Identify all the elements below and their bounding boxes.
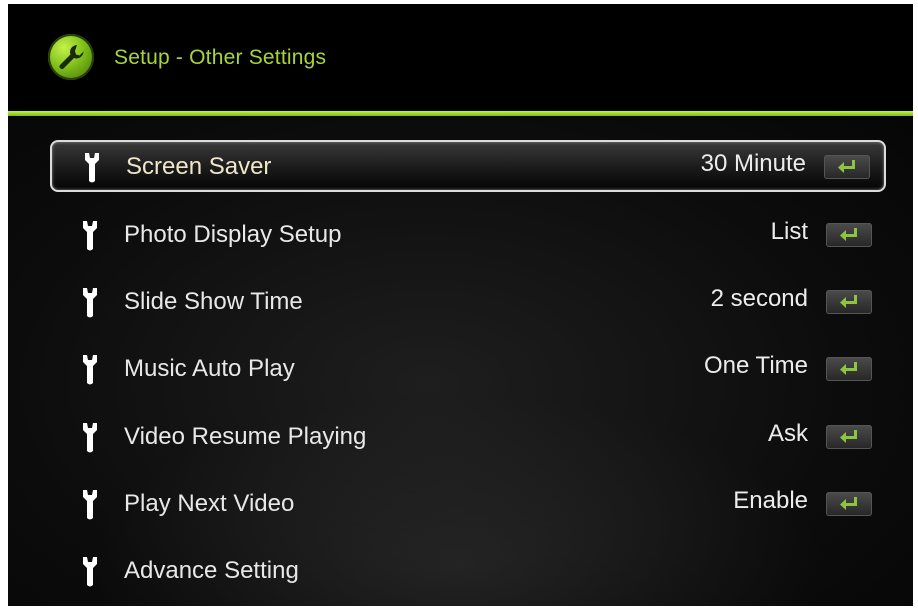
enter-icon[interactable] [826,223,872,247]
enter-icon[interactable] [826,425,872,449]
menu-item-video-resume-playing[interactable]: Video Resume Playing Ask [50,412,886,464]
menu-item-label: Screen Saver [126,153,272,180]
menu-item-value: List [770,218,808,245]
menu-item-label: Music Auto Play [124,355,295,382]
enter-icon[interactable] [826,357,872,381]
menu-item-screen-saver[interactable]: Screen Saver 30 Minute [50,140,886,192]
menu-item-value: Ask [767,420,808,447]
menu-item-slide-show-time[interactable]: Slide Show Time 2 second [50,277,886,329]
menu-item-photo-display-setup[interactable]: Photo Display Setup List [50,210,886,262]
wrench-icon [83,355,97,385]
wrench-icon [83,490,97,520]
menu-item-label: Photo Display Setup [124,221,342,248]
menu-item-value: 2 second [710,285,808,312]
menu-item-label: Advance Setting [124,557,299,584]
menu-item-music-auto-play[interactable]: Music Auto Play One Time [50,344,886,396]
menu-item-advance-setting[interactable]: Advance Setting [50,546,886,598]
menu-item-label: Slide Show Time [124,288,303,315]
menu-item-label: Play Next Video [124,490,295,517]
enter-icon[interactable] [826,290,872,314]
wrench-icon [83,423,97,453]
menu-item-label: Video Resume Playing [124,423,367,450]
enter-icon[interactable] [826,492,872,516]
menu-item-value: Enable [733,487,808,514]
menu-item-play-next-video[interactable]: Play Next Video Enable [50,479,886,531]
wrench-icon [83,221,97,251]
wrench-icon [85,153,99,183]
wrench-icon [83,288,97,318]
enter-icon[interactable] [824,155,870,179]
settings-menu: Screen Saver 30 Minute Photo Display Set… [8,4,913,606]
menu-item-value: One Time [703,352,808,379]
wrench-icon [83,557,97,587]
menu-item-value: 30 Minute [700,150,806,177]
screen: Setup - Other Settings Screen Saver 30 M… [8,4,913,606]
